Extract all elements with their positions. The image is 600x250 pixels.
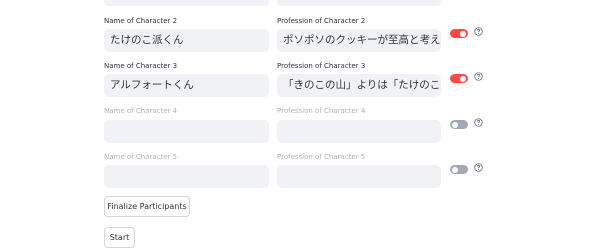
name-label-5: Name of Character 5 <box>104 153 178 161</box>
start-button[interactable]: Start <box>104 227 135 248</box>
help-circle-icon[interactable] <box>474 27 483 36</box>
character-5-toggle[interactable] <box>450 165 468 174</box>
name-field-3[interactable]: アルフォートくん <box>104 74 269 97</box>
character-2-toggle[interactable] <box>450 29 468 38</box>
profession-label-5: Profession of Character 5 <box>277 153 366 161</box>
name-label-4: Name of Character 4 <box>104 107 178 115</box>
toggle-knob <box>452 121 458 128</box>
name-field-4[interactable] <box>104 120 269 143</box>
profession-label-2: Profession of Character 2 <box>277 17 366 25</box>
character-3-toggle[interactable] <box>450 74 468 83</box>
help-circle-icon[interactable] <box>474 118 483 127</box>
profession-label-4: Profession of Character 4 <box>277 107 366 115</box>
profession-field-5[interactable] <box>277 165 441 188</box>
name-label-2: Name of Character 2 <box>104 17 178 25</box>
profession-field-3[interactable]: 「きのこの山」よりは「たけのこの里」 <box>277 74 441 97</box>
toggle-knob <box>452 166 458 173</box>
help-circle-icon[interactable] <box>474 163 483 172</box>
toggle-knob <box>460 75 466 82</box>
profession-field-4[interactable] <box>277 120 441 143</box>
name-field-2[interactable]: たけのこ派くん <box>104 29 269 52</box>
toggle-knob <box>460 30 466 37</box>
profession-label-3: Profession of Character 3 <box>277 62 366 70</box>
character-4-toggle[interactable] <box>450 120 468 129</box>
help-circle-icon[interactable] <box>474 72 483 81</box>
profession-field-1-partial[interactable] <box>277 0 441 6</box>
name-field-1-partial[interactable] <box>104 0 269 6</box>
finalize-participants-button[interactable]: Finalize Participants <box>104 196 190 217</box>
name-field-5[interactable] <box>104 165 269 188</box>
name-label-3: Name of Character 3 <box>104 62 178 70</box>
profession-field-2[interactable]: ポソポソのクッキーが至高と考えている <box>277 29 441 52</box>
